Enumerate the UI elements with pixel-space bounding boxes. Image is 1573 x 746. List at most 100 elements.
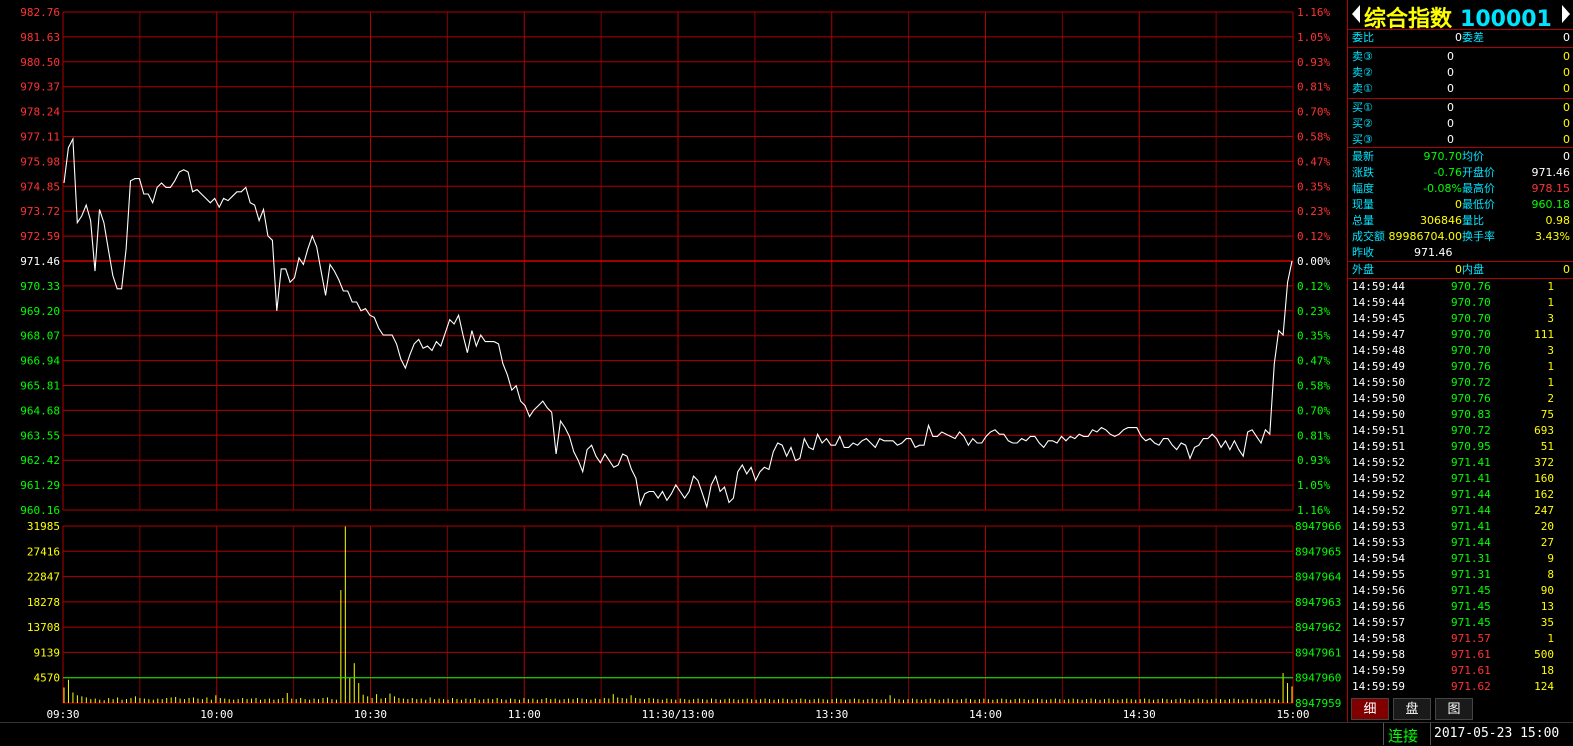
pct-tick-label: 0.81% — [1297, 81, 1330, 94]
trade-tick-row: 14:59:51 970.95 51 — [1348, 439, 1573, 455]
tick-volume: 693 — [1534, 424, 1554, 437]
price-tick-label: 968.07 — [20, 330, 60, 343]
panel-tabs: 细盘图 — [1347, 698, 1573, 722]
tick-time: 14:59:50 — [1352, 392, 1405, 405]
tick-price: 970.72 — [1451, 424, 1491, 437]
tick-time: 14:59:51 — [1352, 424, 1405, 437]
stat-value: 971.46 — [1414, 246, 1453, 259]
time-tick-label: 09:30 — [46, 708, 79, 721]
buy-section: 买① 0 0 买② 0 0 买③ 0 0 — [1348, 99, 1573, 148]
volume-right-tick-label: 8947966 — [1295, 520, 1341, 533]
tick-volume: 500 — [1534, 648, 1554, 661]
tick-price: 970.72 — [1451, 376, 1491, 389]
stats-row: 昨收 971.46 — [1348, 245, 1573, 261]
pct-tick-label: 0.81% — [1297, 429, 1330, 442]
title-bar: 综合指数 100001 — [1348, 0, 1573, 32]
tick-price: 970.83 — [1451, 408, 1491, 421]
volume-tick-label: 4570 — [34, 672, 61, 685]
tick-price: 971.31 — [1451, 568, 1491, 581]
stats-row: 幅度 -0.08% 最高价 978.15 — [1348, 181, 1573, 197]
pct-tick-label: 0.47% — [1297, 355, 1330, 368]
trade-tick-row: 14:59:59 971.61 18 — [1348, 663, 1573, 679]
status-separator — [1430, 723, 1431, 745]
trade-tick-row: 14:59:52 971.44 162 — [1348, 487, 1573, 503]
price-tick-label: 973.72 — [20, 205, 60, 218]
tick-volume: 3 — [1547, 344, 1554, 357]
price-tick-label: 970.33 — [20, 280, 60, 293]
stat-label: 总量 — [1352, 214, 1374, 227]
waipan-label: 外盘 — [1352, 263, 1374, 276]
tick-time: 14:59:56 — [1352, 600, 1405, 613]
tick-volume: 27 — [1540, 536, 1554, 549]
stats-section: 最新 970.70 均价 0 涨跌 -0.76 开盘价 971.46 幅度 -0.08% 最高价 97… — [1348, 148, 1573, 262]
price-tick-label: 960.16 — [20, 504, 60, 517]
time-tick-label: 10:00 — [200, 708, 233, 721]
tick-time: 14:59:55 — [1352, 568, 1405, 581]
pct-tick-label: 1.16% — [1297, 504, 1330, 517]
stats-row: 成交额 89986704.00 换手率 3.43% — [1348, 229, 1573, 245]
trade-tick-row: 14:59:47 970.70 111 — [1348, 327, 1573, 343]
volume-right-tick-label: 8947961 — [1295, 646, 1341, 659]
stat-value: 0 — [1563, 150, 1570, 163]
sell-row: 卖② 0 0 — [1348, 65, 1573, 81]
tick-time: 14:59:52 — [1352, 504, 1405, 517]
volume-tick-label: 9139 — [34, 646, 61, 659]
tick-volume: 1 — [1547, 296, 1554, 309]
sell-volume: 0 — [1563, 66, 1570, 79]
stat-value: -0.76 — [1433, 166, 1462, 179]
weicha-label: 委差 — [1462, 31, 1484, 44]
weibi-value: 0 — [1455, 31, 1462, 44]
connection-status: 连接 — [1388, 727, 1419, 745]
trade-tick-row: 14:59:54 971.31 9 — [1348, 551, 1573, 567]
tick-time: 14:59:47 — [1352, 328, 1405, 341]
tick-volume: 1 — [1547, 280, 1554, 293]
panel-tab[interactable]: 图 — [1435, 698, 1473, 720]
volume-right-tick-label: 8947965 — [1295, 545, 1341, 558]
time-tick-label: 14:30 — [1123, 708, 1156, 721]
sell-volume: 0 — [1563, 50, 1570, 63]
volume-right-tick-label: 8947960 — [1295, 672, 1341, 685]
tick-price: 970.70 — [1451, 344, 1491, 357]
intraday-chart[interactable]: 982.76 1.16% 981.63 1.05% 980.50 0.93% 979.37 0… — [0, 0, 1346, 722]
weibi-section: 委比 0 委差 0 — [1348, 30, 1573, 48]
panel-tab[interactable]: 细 — [1351, 698, 1389, 720]
tick-volume: 1 — [1547, 360, 1554, 373]
tick-time: 14:59:52 — [1352, 456, 1405, 469]
stat-value: 971.46 — [1531, 166, 1571, 179]
next-arrow-icon[interactable] — [1562, 5, 1570, 23]
price-tick-label: 961.29 — [20, 479, 60, 492]
buy-volume: 0 — [1563, 117, 1570, 130]
stat-label: 成交额 — [1352, 230, 1385, 243]
neipan-value: 0 — [1563, 263, 1570, 276]
stat-value: 0.98 — [1545, 214, 1571, 227]
tick-time: 14:59:53 — [1352, 536, 1405, 549]
stat-label: 最新 — [1352, 150, 1374, 163]
volume-tick-label: 31985 — [27, 520, 60, 533]
tick-price: 971.45 — [1451, 600, 1491, 613]
tick-price: 970.76 — [1451, 280, 1491, 293]
pct-tick-label: 0.23% — [1297, 305, 1330, 318]
buy-price: 0 — [1447, 133, 1454, 146]
tick-time: 14:59:59 — [1352, 680, 1405, 693]
trade-tick-row: 14:59:56 971.45 90 — [1348, 583, 1573, 599]
tick-price: 971.44 — [1451, 536, 1491, 549]
stat-label: 均价 — [1462, 150, 1484, 163]
pct-tick-label: 0.35% — [1297, 330, 1330, 343]
tick-time: 14:59:57 — [1352, 616, 1405, 629]
panel-tab[interactable]: 盘 — [1393, 698, 1431, 720]
tick-time: 14:59:59 — [1352, 664, 1405, 677]
price-tick-label: 982.76 — [20, 6, 60, 19]
pct-tick-label: 0.23% — [1297, 205, 1330, 218]
tick-price: 971.57 — [1451, 632, 1491, 645]
trade-tick-row: 14:59:49 970.76 1 — [1348, 359, 1573, 375]
buy-price: 0 — [1447, 101, 1454, 114]
time-tick-label: 11:00 — [508, 708, 541, 721]
volume-right-tick-label: 8947964 — [1295, 571, 1342, 584]
buy-label: 买③ — [1352, 133, 1373, 146]
prev-arrow-icon[interactable] — [1352, 5, 1360, 23]
waipan-row: 外盘 0 内盘 0 — [1348, 262, 1573, 278]
volume-right-tick-label: 8947963 — [1295, 596, 1341, 609]
stats-row: 现量 0 最低价 960.18 — [1348, 197, 1573, 213]
tick-price: 971.45 — [1451, 584, 1491, 597]
sell-volume: 0 — [1563, 82, 1570, 95]
